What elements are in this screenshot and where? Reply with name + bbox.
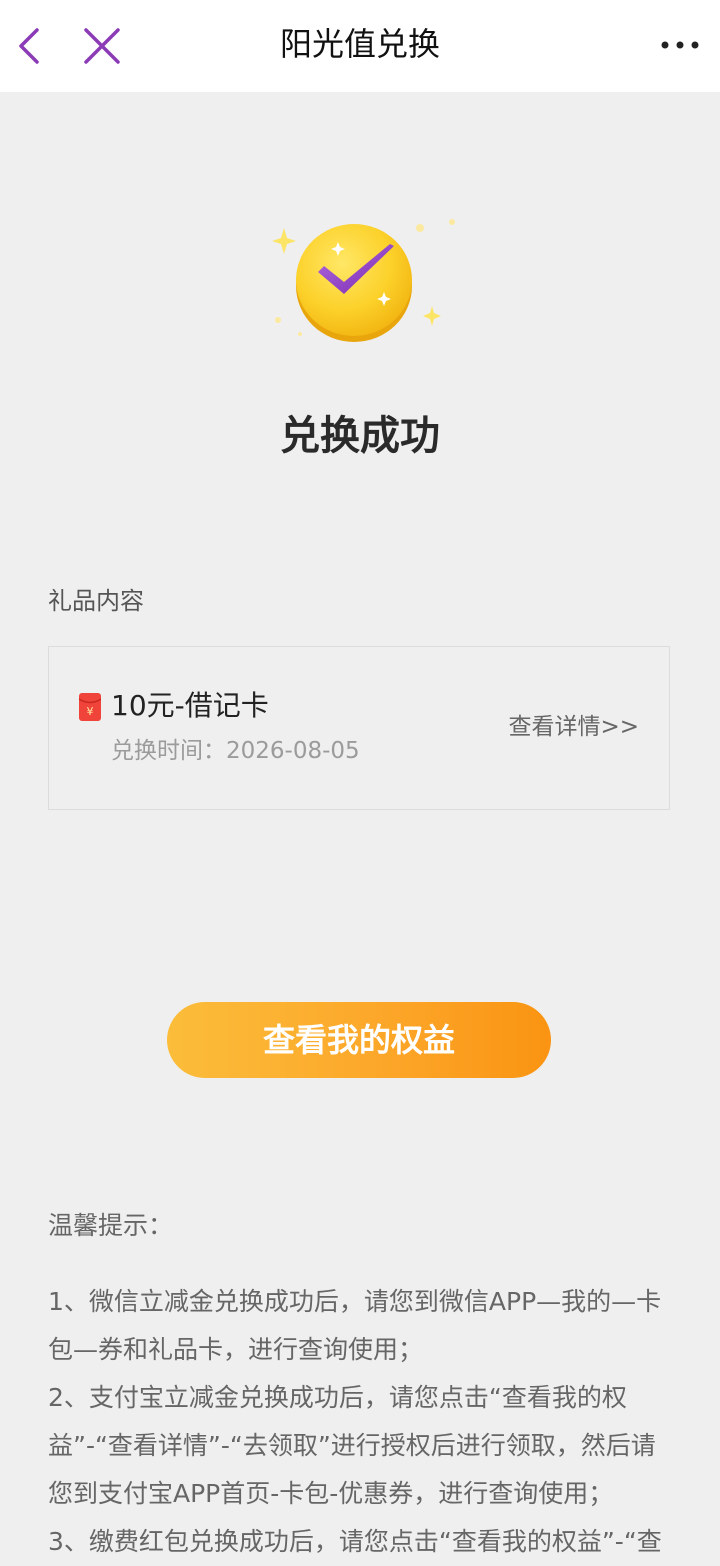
gift-card: ¥ 10元-借记卡 兑换时间：2026-08-05 查看详情>> — [48, 646, 670, 810]
gift-section-label: 礼品内容 — [48, 587, 144, 615]
view-details-link[interactable]: 查看详情>> — [508, 711, 639, 743]
redeem-time: 兑换时间：2026-08-05 — [111, 738, 360, 764]
tip-item: 2、支付宝立减金兑换成功后，请您点击“查看我的权益”-“查看详情”-“去领取”进… — [48, 1383, 656, 1508]
more-dots-icon[interactable] — [656, 30, 704, 60]
tip-item: 1、微信立减金兑换成功后，请您到微信APP—我的—卡包—券和礼品卡，进行查询使用… — [48, 1287, 662, 1364]
gift-name: 10元-借记卡 — [111, 689, 269, 722]
check-coin-icon — [262, 212, 462, 352]
view-my-benefits-button[interactable]: 查看我的权益 — [167, 1002, 551, 1078]
svg-text:¥: ¥ — [87, 705, 94, 718]
page-title: 阳光值兑换 — [279, 25, 440, 63]
success-title: 兑换成功 — [280, 413, 440, 459]
top-nav-bar: 阳光值兑换 — [0, 0, 720, 92]
tips-title: 温馨提示： — [48, 1211, 174, 1240]
tip-item: 3、缴费红包兑换成功后，请您点击“查看我的权益”-“查 — [48, 1527, 662, 1556]
red-envelope-icon: ¥ — [78, 693, 102, 721]
tips-list: 1、微信立减金兑换成功后，请您到微信APP—我的—卡包—券和礼品卡，进行查询使用… — [48, 1278, 674, 1566]
